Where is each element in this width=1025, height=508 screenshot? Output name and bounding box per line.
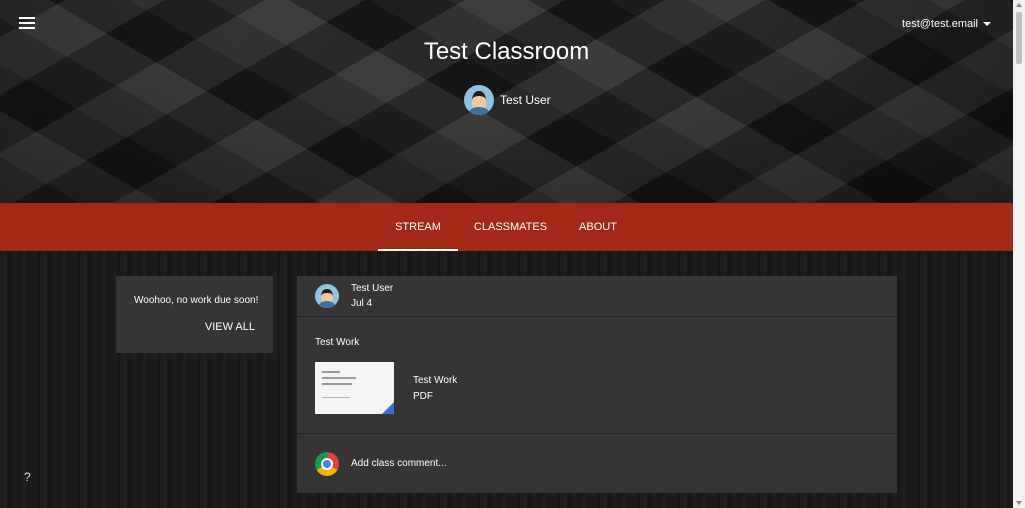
account-menu[interactable]: test@test.email xyxy=(902,18,991,30)
upcoming-work-card: Woohoo, no work due soon! VIEW ALL xyxy=(116,276,273,353)
class-title: Test Classroom xyxy=(423,38,590,65)
view-all-button[interactable]: VIEW ALL xyxy=(205,321,255,333)
drive-corner-icon xyxy=(382,402,394,414)
help-button[interactable]: ? xyxy=(24,470,38,486)
teacher-info: Test User xyxy=(464,85,551,115)
scroll-thumb[interactable] xyxy=(1016,12,1022,64)
tab-stream[interactable]: STREAM xyxy=(378,203,458,251)
attachment[interactable]: Test Work PDF xyxy=(315,362,515,414)
post-author: Test User xyxy=(351,283,394,294)
stream-post: Test User Jul 4 Test Work Test Work PDF … xyxy=(297,276,897,493)
attachment-title: Test Work xyxy=(413,375,458,386)
attachment-thumbnail xyxy=(315,362,394,414)
scrollbar[interactable] xyxy=(1013,0,1025,508)
teacher-name: Test User xyxy=(500,93,551,107)
account-email: test@test.email xyxy=(902,18,978,30)
comment-bar: Add class comment... xyxy=(297,433,897,493)
scroll-down-icon[interactable] xyxy=(1016,501,1022,505)
class-comment-input[interactable]: Add class comment... xyxy=(351,458,447,469)
author-avatar xyxy=(315,284,339,308)
hamburger-menu-icon[interactable] xyxy=(19,17,35,31)
chrome-avatar-icon xyxy=(315,452,339,476)
class-nav: STREAM CLASSMATES ABOUT xyxy=(0,203,1013,251)
scroll-up-icon[interactable] xyxy=(1016,3,1022,7)
attachment-type: PDF xyxy=(413,391,433,402)
post-date: Jul 4 xyxy=(351,298,373,309)
class-banner: test@test.email Test Classroom Test User xyxy=(0,0,1013,203)
upcoming-message: Woohoo, no work due soon! xyxy=(134,295,259,306)
post-text: Test Work xyxy=(315,337,360,348)
caret-down-icon xyxy=(983,22,991,27)
tab-about[interactable]: ABOUT xyxy=(574,203,622,251)
teacher-avatar xyxy=(464,85,494,115)
tab-classmates[interactable]: CLASSMATES xyxy=(468,203,553,251)
post-header: Test User Jul 4 xyxy=(297,276,897,317)
